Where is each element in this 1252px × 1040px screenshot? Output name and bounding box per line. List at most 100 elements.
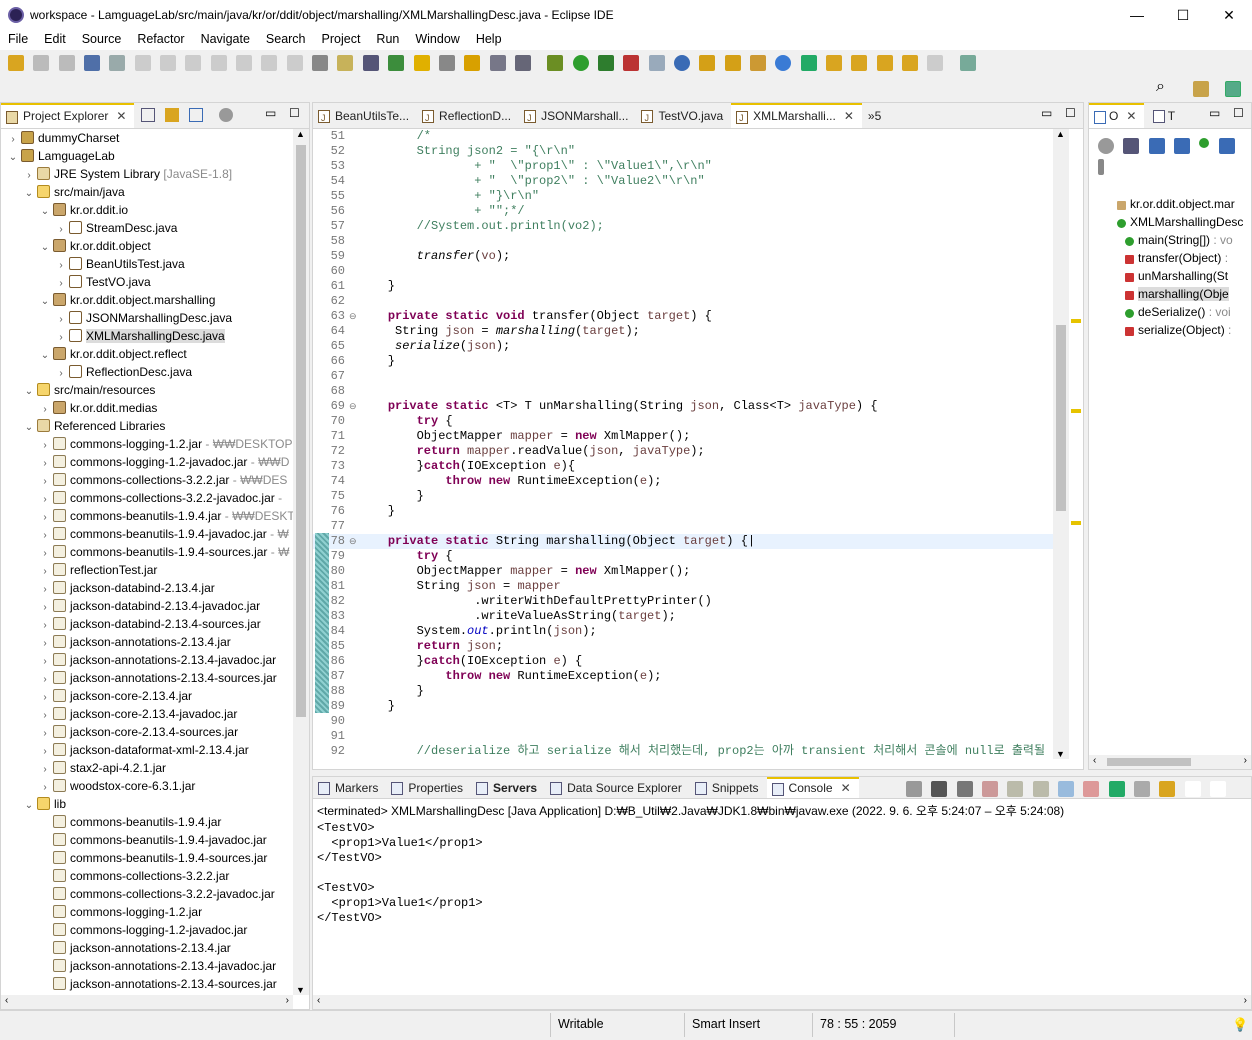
tab-task-list[interactable]: T — [1148, 104, 1183, 128]
code-line[interactable]: 59 transfer(vo); — [313, 249, 1053, 264]
code-line[interactable]: 78 ⊖ private static String marshalling(Ob… — [313, 534, 1053, 549]
code-line[interactable]: 69 ⊖ private static <T> T unMarshalling(S… — [313, 399, 1053, 414]
hide-local-types-icon[interactable] — [1218, 138, 1235, 154]
scroll-thumb[interactable] — [296, 145, 306, 717]
new-icon[interactable] — [8, 55, 24, 71]
disconnect-icon[interactable] — [210, 55, 227, 71]
maximize-view-icon[interactable] — [1210, 781, 1227, 797]
clear-console-icon[interactable] — [982, 781, 999, 797]
view-menu-icon[interactable] — [1098, 159, 1104, 175]
scroll-right-icon[interactable]: › — [1244, 755, 1247, 766]
tree-item[interactable]: › jackson-core-2.13.4-sources.jar — [1, 723, 293, 741]
scroll-lock-icon[interactable] — [1007, 781, 1024, 797]
scroll-right-icon[interactable]: › — [286, 995, 289, 1006]
terminate-icon[interactable] — [185, 55, 202, 71]
search-icon[interactable]: ⌕ — [1156, 78, 1165, 96]
minimize-view-icon[interactable]: ▭ — [1209, 106, 1220, 120]
tab-editor-file[interactable]: BeanUtilsTe... — [313, 104, 417, 128]
back-icon[interactable] — [902, 55, 919, 71]
outline-item[interactable]: XMLMarshallingDesc — [1089, 213, 1252, 231]
tab-project-explorer[interactable]: Project Explorer ✕ — [1, 103, 135, 128]
open-console-icon[interactable] — [1159, 781, 1176, 797]
editor-scrollbar[interactable]: ▲ ▼ — [1053, 129, 1069, 759]
save-all-icon[interactable] — [58, 55, 75, 71]
overview-marker[interactable] — [1071, 409, 1081, 413]
forward-icon[interactable] — [927, 55, 944, 71]
close-button[interactable]: ✕ — [1206, 0, 1252, 30]
scroll-left-icon[interactable]: ‹ — [317, 995, 320, 1006]
view-menu-icon[interactable] — [219, 108, 233, 122]
menu-edit[interactable]: Edit — [36, 30, 74, 46]
remove-launch-icon[interactable] — [931, 781, 948, 797]
outline-item[interactable]: deSerialize() : voi — [1089, 303, 1252, 321]
tree-item[interactable]: commons-beanutils-1.9.4-sources.jar — [1, 849, 293, 867]
tree-item[interactable]: ⌄ kr.or.ddit.io — [1, 201, 293, 219]
code-line[interactable]: 87 throw new RuntimeException(e); — [313, 669, 1053, 684]
menu-window[interactable]: Window — [407, 30, 467, 46]
code-line[interactable]: 84 System.out.println(json); — [313, 624, 1053, 639]
tree-item[interactable]: › jackson-core-2.13.4.jar — [1, 687, 293, 705]
refresh-icon[interactable] — [800, 55, 817, 71]
outline-item[interactable]: unMarshalling(St — [1089, 267, 1252, 285]
outline-item[interactable]: serialize(Object) : — [1089, 321, 1252, 339]
tab-console-view[interactable]: Markers — [313, 778, 386, 798]
menu-run[interactable]: Run — [368, 30, 407, 46]
fold-icon[interactable]: ⊖ — [349, 310, 359, 325]
code-line[interactable]: 55 + "}\r\n" — [313, 189, 1053, 204]
skip-breakpoints-icon[interactable] — [109, 55, 126, 71]
menu-navigate[interactable]: Navigate — [193, 30, 258, 46]
task-icon[interactable] — [413, 55, 430, 71]
new-server-icon[interactable] — [648, 55, 665, 71]
maximize-view-icon[interactable]: ☐ — [1065, 106, 1076, 120]
annotation-icon[interactable] — [464, 55, 481, 71]
code-line[interactable]: 58 — [313, 234, 1053, 249]
code-line[interactable]: 72 return mapper.readValue(json, javaTyp… — [313, 444, 1053, 459]
word-wrap-icon[interactable] — [489, 55, 506, 71]
code-line[interactable]: 57 //System.out.println(vo2); — [313, 219, 1053, 234]
external-tools-icon[interactable] — [623, 55, 640, 71]
tab-console-view[interactable]: Properties — [386, 778, 471, 798]
scroll-up-icon[interactable]: ▲ — [1056, 129, 1065, 139]
last-edit-icon[interactable] — [876, 55, 893, 71]
code-line[interactable]: 70 try { — [313, 414, 1053, 429]
menu-file[interactable]: File — [0, 30, 36, 46]
tab-editor-file[interactable]: ReflectionD... — [417, 104, 519, 128]
code-line[interactable]: 83 .writeValueAsString(target); — [313, 609, 1053, 624]
code-line[interactable]: 65 serialize(json); — [313, 339, 1053, 354]
code-line[interactable]: 77 — [313, 519, 1053, 534]
tree-item[interactable]: › commons-beanutils-1.9.4-javadoc.jar - ₩ — [1, 525, 293, 543]
hide-static-icon[interactable] — [1174, 138, 1191, 154]
tree-item[interactable]: › commons-beanutils-1.9.4.jar - ₩₩DESKT — [1, 507, 293, 525]
tab-console-view[interactable]: Snippets — [690, 778, 767, 798]
code-line[interactable]: 92 //deserialize 하고 serialize 해서 처리했는데, … — [313, 744, 1053, 759]
code-line[interactable]: 79 try { — [313, 549, 1053, 564]
open-perspective-icon[interactable] — [1193, 81, 1209, 97]
code-line[interactable]: 82 .writerWithDefaultPrettyPrinter() — [313, 594, 1053, 609]
tree-scrollbar[interactable]: ▲ ▼ — [293, 129, 309, 995]
sort-icon[interactable] — [1123, 138, 1140, 154]
close-icon[interactable]: ✕ — [1126, 109, 1136, 123]
code-line[interactable]: 76 } — [313, 504, 1053, 519]
tree-item[interactable]: jackson-annotations-2.13.4-javadoc.jar — [1, 957, 293, 975]
scroll-right-icon[interactable]: › — [1244, 995, 1247, 1006]
pin-console-icon[interactable] — [1108, 781, 1125, 797]
close-icon[interactable]: ✕ — [841, 781, 851, 795]
code-line[interactable]: 64 String json = marshalling(target); — [313, 324, 1053, 339]
minimize-view-icon[interactable]: ▭ — [265, 106, 276, 120]
outline-scroll-thumb[interactable] — [1107, 758, 1191, 766]
link-editor-icon[interactable] — [165, 108, 179, 122]
menu-source[interactable]: Source — [74, 30, 130, 46]
tree-item[interactable]: commons-beanutils-1.9.4.jar — [1, 813, 293, 831]
tree-item[interactable]: ⌄ kr.or.ddit.object — [1, 237, 293, 255]
search-tool-icon[interactable] — [438, 55, 455, 71]
globe-icon[interactable] — [775, 55, 792, 71]
code-line[interactable]: 68 — [313, 384, 1053, 399]
open-resource-icon[interactable] — [724, 55, 741, 71]
tree-item[interactable]: › commons-beanutils-1.9.4-sources.jar - ₩ — [1, 543, 293, 561]
code-line[interactable]: 51 /* — [313, 129, 1053, 144]
tree-item[interactable]: › woodstox-core-6.3.1.jar — [1, 777, 293, 795]
run-icon[interactable] — [572, 55, 589, 71]
tab-editor-file[interactable]: TestVO.java — [636, 104, 731, 128]
code-line[interactable]: 86 }catch(IOException e) { — [313, 654, 1053, 669]
tree-item[interactable]: › commons-logging-1.2.jar - ₩₩DESKTOP — [1, 435, 293, 453]
